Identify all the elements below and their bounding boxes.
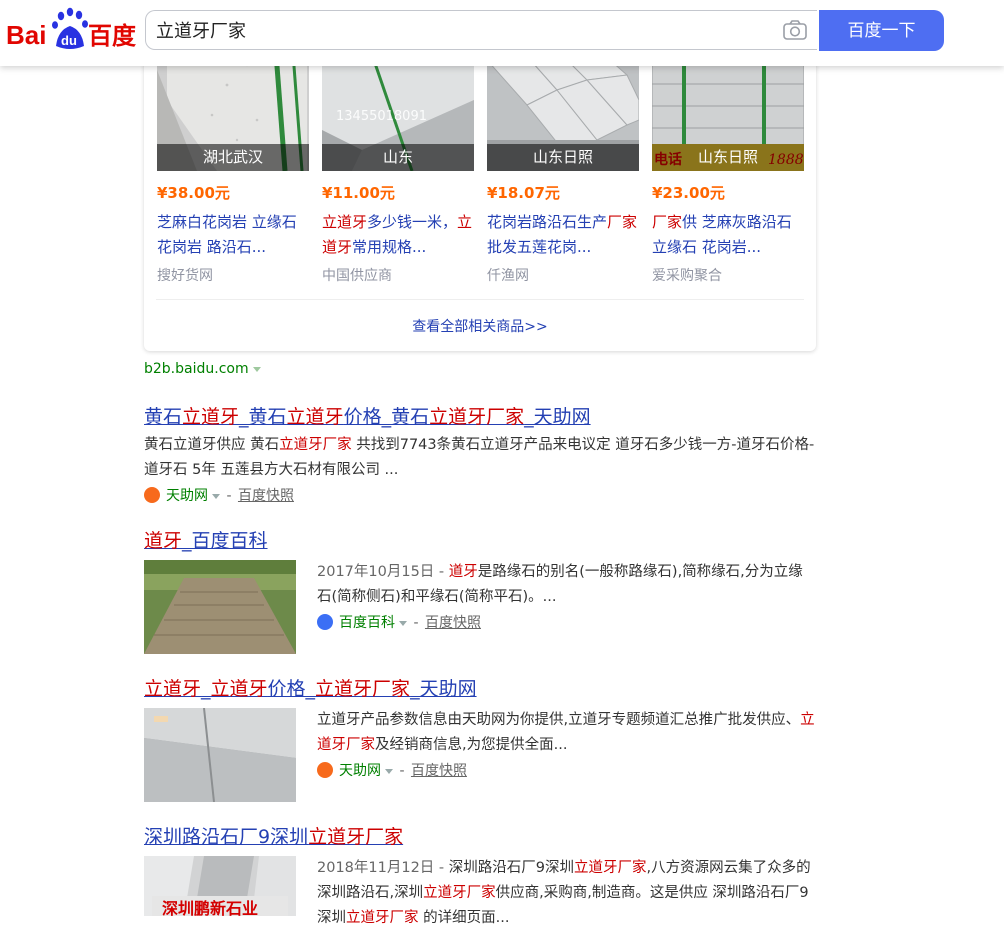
dropdown-arrow-icon[interactable]: [399, 620, 407, 626]
result-description: 2018年11月12日 - 深圳路沿石厂9深圳立道牙厂家,八方资源网云集了众多的…: [317, 860, 811, 926]
camera-icon[interactable]: [783, 20, 807, 40]
result-source-link[interactable]: 百度百科: [339, 615, 395, 631]
dropdown-arrow-icon[interactable]: [385, 768, 393, 774]
search-result: 道牙_百度百科 2017年10月15日 - 道牙是路缘石的别名(一般称路缘石),…: [144, 526, 816, 654]
result-meta: 百度百科 - 百度快照: [317, 612, 481, 634]
baike-favicon-icon: [317, 614, 333, 630]
search-result: 黄石立道牙_黄石立道牙价格_黄石立道牙厂家_天助网 黄石立道牙供应 黄石立道牙厂…: [144, 402, 816, 507]
site-url[interactable]: b2b.baidu.com: [144, 361, 261, 377]
dropdown-arrow-icon[interactable]: [212, 493, 220, 499]
result-source-link[interactable]: 天助网: [339, 763, 381, 779]
product-price: ¥11.00元: [322, 184, 395, 202]
product-title[interactable]: 厂家供 芝麻灰路沿石 立缘石 花岗岩...: [652, 210, 804, 260]
result-thumbnail[interactable]: 深圳鹏新石业: [144, 856, 296, 916]
result-description: 立道牙产品参数信息由天助网为你提供,立道牙专题频道汇总推广批发供应、立道牙厂家及…: [317, 712, 815, 753]
product-title[interactable]: 花岗岩路沿石生产厂家批发五莲花岗...: [487, 210, 639, 260]
baidu-logo[interactable]: Bai du 百度: [6, 6, 136, 52]
result-title-link[interactable]: 深圳路沿石厂9深圳立道牙厂家: [144, 822, 816, 849]
result-description: 2017年10月15日 - 道牙是路缘石的别名(一般称路缘石),简称缘石,分为立…: [317, 564, 803, 605]
svg-text:百度: 百度: [88, 22, 136, 50]
result-title-link[interactable]: 立道牙_立道牙价格_立道牙厂家_天助网: [144, 674, 816, 701]
thumbnail-text: 深圳鹏新石业: [162, 899, 258, 916]
result-title-link[interactable]: 黄石立道牙_黄石立道牙价格_黄石立道牙厂家_天助网: [144, 402, 816, 429]
snapshot-link[interactable]: 百度快照: [411, 763, 467, 779]
product-watermark: 13455018091: [336, 109, 427, 124]
product-price: ¥23.00元: [652, 184, 725, 202]
product-price: ¥38.00元: [157, 184, 230, 202]
search-result: 深圳路沿石厂9深圳立道牙厂家 深圳鹏新石业 2018年11月12日 - 深圳路沿…: [144, 822, 816, 926]
search-result: 立道牙_立道牙价格_立道牙厂家_天助网 立道牙产品参数信息由天助网为你提供,立道…: [144, 674, 816, 802]
product-title[interactable]: 芝麻白花岗岩 立缘石 花岗岩 路沿石...: [157, 210, 309, 260]
result-thumbnail[interactable]: [144, 708, 296, 802]
product-caption: 山东日照: [487, 144, 639, 171]
result-meta: 天助网 - 百度快照: [317, 760, 467, 782]
view-all-products-link[interactable]: 查看全部相关商品>>: [144, 316, 816, 336]
result-thumbnail[interactable]: [144, 560, 296, 654]
product-price: ¥18.07元: [487, 184, 560, 202]
snapshot-link[interactable]: 百度快照: [425, 615, 481, 631]
result-meta: 天助网 - 百度快照: [144, 485, 816, 507]
tianzhu-favicon-icon: [144, 487, 160, 503]
product-title[interactable]: 立道牙多少钱一米，立道牙常用规格...: [322, 210, 474, 260]
result-description: 黄石立道牙供应 黄石立道牙厂家 共找到7743条黄石立道牙产品来电议定 道牙石多…: [144, 437, 815, 478]
search-button[interactable]: 百度一下: [819, 10, 944, 51]
product-source: 中国供应商: [322, 268, 392, 284]
divider: [156, 299, 804, 300]
svg-text:du: du: [61, 33, 77, 48]
search-input[interactable]: [146, 11, 776, 49]
dropdown-arrow-icon[interactable]: [252, 366, 261, 372]
search-box: [145, 10, 817, 50]
product-card: 湖北武汉 ¥38.00元 芝麻白花岗岩 立缘石 花岗岩 路沿石... 搜好货网 …: [144, 40, 816, 351]
svg-text:Bai: Bai: [6, 20, 46, 50]
product-source: 搜好货网: [157, 268, 213, 284]
tianzhu-favicon-icon: [317, 762, 333, 778]
header: Bai du 百度 百度一下: [0, 0, 1004, 66]
product-caption: 山东日照: [652, 144, 804, 171]
product-source: 仟渔网: [487, 268, 529, 284]
product-caption: 湖北武汉: [157, 144, 309, 171]
result-source-link[interactable]: 天助网: [166, 488, 208, 504]
result-title-link[interactable]: 道牙_百度百科: [144, 526, 816, 553]
product-caption: 山东: [322, 144, 474, 171]
snapshot-link[interactable]: 百度快照: [238, 488, 294, 504]
product-source: 爱采购聚合: [652, 268, 722, 284]
